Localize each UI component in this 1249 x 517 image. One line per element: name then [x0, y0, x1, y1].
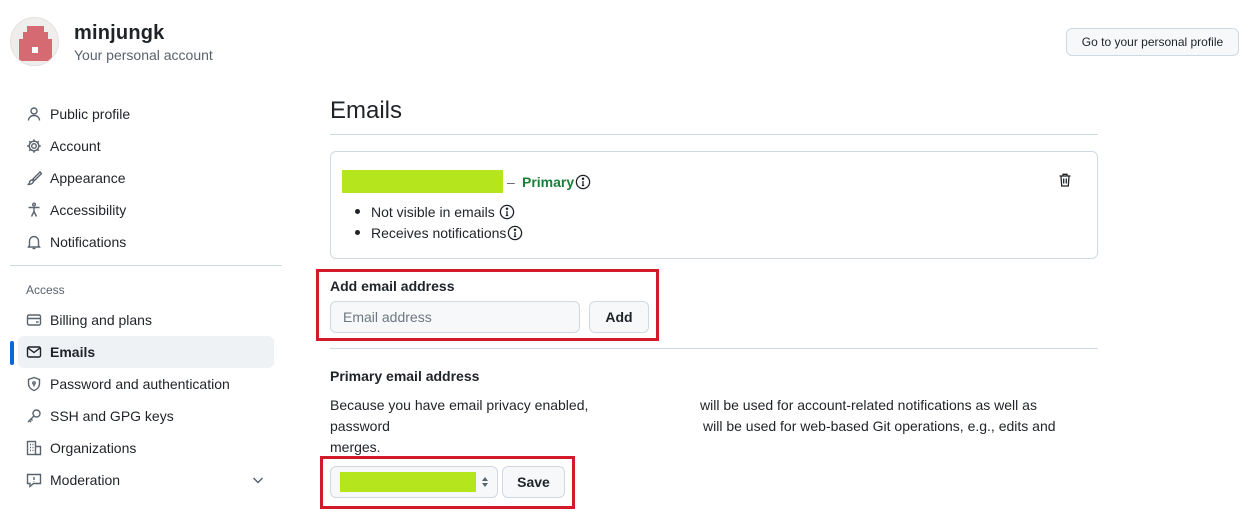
key-icon [26, 408, 42, 424]
sidebar-item-label: Public profile [50, 106, 131, 122]
description-text: will be used for web-based Git operation… [703, 418, 1056, 434]
sidebar-item-label: Billing and plans [50, 312, 152, 328]
sidebar-item-moderation[interactable]: Moderation [18, 464, 274, 496]
trash-icon[interactable] [1057, 172, 1073, 188]
sidebar-item-account[interactable]: Account [18, 130, 274, 162]
description-text: Because you have email privacy enabled, [330, 397, 589, 413]
sidebar-item-label: Organizations [50, 440, 137, 456]
sidebar-item-label: Password and authentication [50, 376, 230, 392]
sidebar-item-notifications[interactable]: Notifications [18, 226, 274, 258]
page-title: Emails [330, 97, 403, 124]
sidebar-item-accessibility[interactable]: Accessibility [18, 194, 274, 226]
accessibility-icon [26, 202, 42, 218]
sidebar-section-heading: Access [26, 283, 65, 297]
info-icon[interactable] [575, 174, 591, 190]
sidebar-item-ssh-gpg[interactable]: SSH and GPG keys [18, 400, 274, 432]
sidebar-item-label: Moderation [50, 472, 121, 488]
sidebar-item-password[interactable]: Password and authentication [18, 368, 274, 400]
sidebar-item-label: Emails [50, 344, 96, 360]
gear-icon [26, 138, 42, 154]
email-status-item: Not visible in emails [371, 204, 495, 220]
sidebar-item-label: Accessibility [50, 202, 127, 218]
sidebar-item-appearance[interactable]: Appearance [18, 162, 274, 194]
avatar[interactable] [10, 17, 59, 66]
primary-badge: Primary [522, 174, 575, 190]
highlight-box [316, 269, 659, 341]
info-icon[interactable] [499, 204, 515, 220]
description-text: password [330, 418, 390, 434]
bullet-point [355, 209, 360, 214]
separator-dash: – [507, 174, 515, 190]
sidebar-item-label: Account [50, 138, 101, 154]
sidebar-item-organizations[interactable]: Organizations [18, 432, 274, 464]
primary-email-heading: Primary email address [330, 368, 480, 384]
go-to-profile-button[interactable]: Go to your personal profile [1066, 28, 1239, 56]
organization-icon [26, 440, 42, 456]
mail-icon [26, 344, 42, 360]
shield-lock-icon [26, 376, 42, 392]
redacted-email-address [342, 170, 503, 193]
highlight-box [320, 456, 575, 509]
description-text: will be used for account-related notific… [700, 397, 1037, 413]
section-divider [330, 348, 1098, 349]
credit-card-icon [26, 312, 42, 328]
person-icon [26, 106, 42, 122]
sidebar-item-public-profile[interactable]: Public profile [18, 98, 274, 130]
sidebar-item-label: Appearance [50, 170, 126, 186]
description-text: merges. [330, 439, 381, 455]
bell-icon [26, 234, 42, 250]
sidebar-item-label: SSH and GPG keys [50, 408, 174, 424]
bullet-point [355, 230, 360, 235]
paintbrush-icon [26, 170, 42, 186]
sidebar-item-emails[interactable]: Emails [18, 336, 274, 368]
sidebar-item-billing[interactable]: Billing and plans [18, 304, 274, 336]
title-divider [330, 134, 1098, 135]
account-subtitle: Your personal account [74, 47, 213, 63]
report-icon [26, 472, 42, 488]
info-icon[interactable] [507, 225, 523, 241]
email-status-item: Receives notifications [371, 225, 507, 241]
account-name[interactable]: minjungk [74, 22, 165, 45]
sidebar-divider [10, 265, 282, 266]
chevron-down-icon[interactable] [250, 472, 266, 488]
selected-indicator [10, 341, 14, 365]
sidebar-item-label: Notifications [50, 234, 127, 250]
